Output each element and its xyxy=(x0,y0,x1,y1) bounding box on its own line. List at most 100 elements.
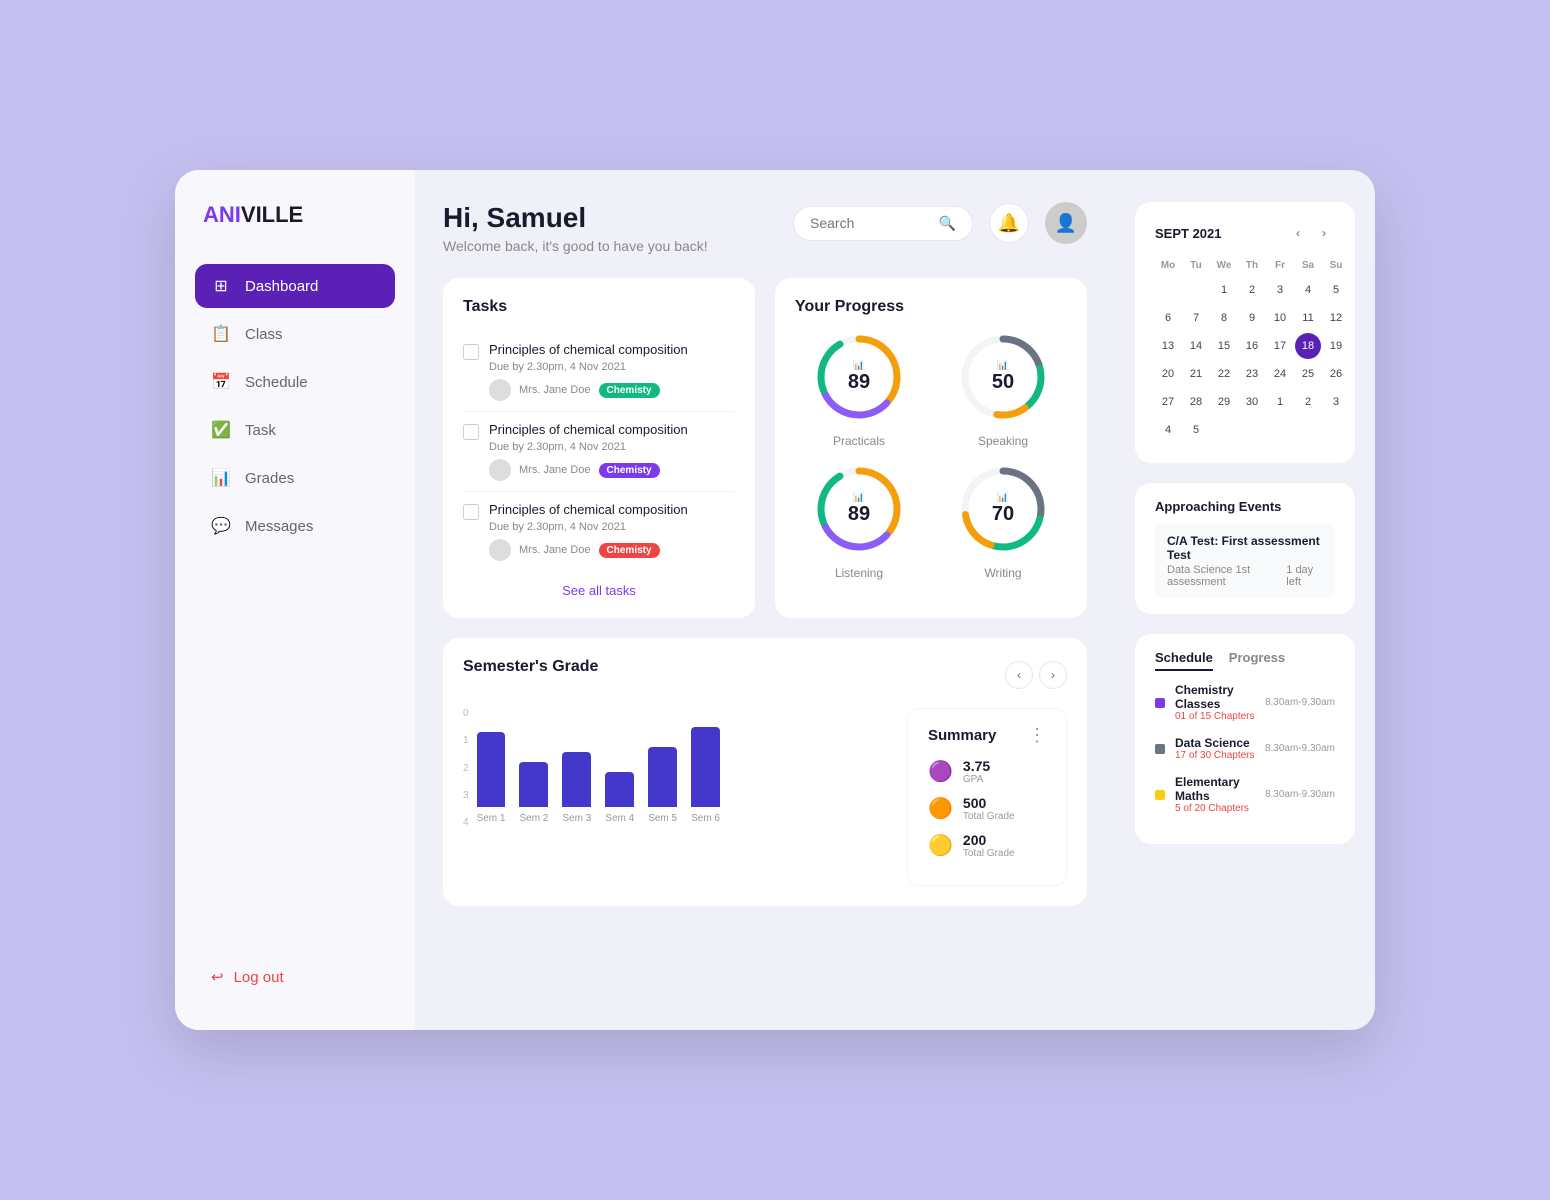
calendar-day[interactable]: 23 xyxy=(1239,361,1265,387)
y-label: 3 xyxy=(463,790,469,801)
task-name-0: Principles of chemical composition xyxy=(489,342,735,357)
summary-menu-button[interactable]: ⋮ xyxy=(1028,725,1046,746)
tasks-card: Tasks Principles of chemical composition… xyxy=(443,278,755,618)
event-time-left: 1 day left xyxy=(1286,564,1323,588)
summary-item-2: 🟡 200 Total Grade xyxy=(928,832,1046,859)
page-header: Hi, Samuel Welcome back, it's good to ha… xyxy=(443,202,1087,254)
schedule-item-0: Chemistry Classes 01 of 15 Chapters 8.30… xyxy=(1155,683,1335,722)
calendar-day[interactable]: 18 xyxy=(1295,333,1321,359)
calendar-day[interactable]: 8 xyxy=(1211,305,1237,331)
circle-1: 📊 50 xyxy=(958,332,1048,422)
calendar-day[interactable]: 19 xyxy=(1323,333,1349,359)
user-avatar[interactable]: 👤 xyxy=(1045,202,1087,244)
summary-value-2: 200 xyxy=(963,832,1015,848)
calendar-day[interactable]: 15 xyxy=(1211,333,1237,359)
cal-day-header: We xyxy=(1211,256,1237,275)
calendar-day[interactable]: 28 xyxy=(1183,389,1209,415)
summary-sublabel-2: Total Grade xyxy=(963,848,1015,859)
calendar-day[interactable]: 10 xyxy=(1267,305,1293,331)
schedule-chapters-1: 17 of 30 Chapters xyxy=(1175,750,1255,761)
calendar-day[interactable]: 25 xyxy=(1295,361,1321,387)
sidebar-item-grades[interactable]: 📊 Grades xyxy=(195,456,395,500)
events-card: Approaching Events C/A Test: First asses… xyxy=(1135,483,1355,614)
calendar-next-button[interactable]: › xyxy=(1313,222,1335,244)
notification-button[interactable]: 🔔 xyxy=(989,203,1029,243)
greeting-block: Hi, Samuel Welcome back, it's good to ha… xyxy=(443,202,708,254)
task-checkbox-0[interactable] xyxy=(463,344,479,360)
calendar-grid: MoTuWeThFrSaSu12345678910111213141516171… xyxy=(1155,256,1335,443)
calendar-day[interactable]: 1 xyxy=(1267,389,1293,415)
calendar-day[interactable]: 5 xyxy=(1183,417,1209,443)
semester-next-button[interactable]: › xyxy=(1039,661,1067,689)
semester-card: Semester's Grade ‹ › 43210 Sem 1 Sem 2 S… xyxy=(443,638,1087,906)
bars-wrapper: Sem 1 Sem 2 Sem 3 Sem 4 Sem 5 Sem 6 xyxy=(477,708,720,828)
calendar-day[interactable]: 26 xyxy=(1323,361,1349,387)
calendar-day[interactable]: 7 xyxy=(1183,305,1209,331)
bar-4 xyxy=(648,747,677,807)
semester-header: Semester's Grade ‹ › xyxy=(463,658,1067,692)
task-content-1: Principles of chemical composition Due b… xyxy=(489,422,735,481)
calendar-day[interactable]: 3 xyxy=(1267,277,1293,303)
sidebar-item-class[interactable]: 📋 Class xyxy=(195,312,395,356)
sidebar-item-schedule[interactable]: 📅 Schedule xyxy=(195,360,395,404)
sidebar-item-task[interactable]: ✅ Task xyxy=(195,408,395,452)
y-label: 0 xyxy=(463,708,469,719)
calendar-prev-button[interactable]: ‹ xyxy=(1287,222,1309,244)
task-due-0: Due by 2.30pm, 4 Nov 2021 xyxy=(489,361,735,373)
calendar-day[interactable]: 3 xyxy=(1323,389,1349,415)
calendar-day[interactable]: 1 xyxy=(1211,277,1237,303)
semester-prev-button[interactable]: ‹ xyxy=(1005,661,1033,689)
calendar-day[interactable]: 12 xyxy=(1323,305,1349,331)
event-sub: Data Science 1st assessment 1 day left xyxy=(1167,564,1323,588)
summary-item-0: 🟣 3.75 GPA xyxy=(928,758,1046,785)
sidebar-item-messages[interactable]: 💬 Messages xyxy=(195,504,395,548)
calendar-day[interactable]: 20 xyxy=(1155,361,1181,387)
progress-item-practicals: 📊 89 Practicals xyxy=(795,332,923,448)
task-content-2: Principles of chemical composition Due b… xyxy=(489,502,735,561)
calendar-day[interactable]: 11 xyxy=(1295,305,1321,331)
cal-day-header: Sa xyxy=(1295,256,1321,275)
schedule-info-2: Elementary Maths 5 of 20 Chapters xyxy=(1175,775,1255,814)
logout-button[interactable]: ↩ Log out xyxy=(195,956,395,998)
tab-schedule[interactable]: Schedule xyxy=(1155,650,1213,671)
sidebar-item-dashboard[interactable]: ⊞ Dashboard xyxy=(195,264,395,308)
bar-0 xyxy=(477,732,506,807)
calendar-day[interactable]: 5 xyxy=(1323,277,1349,303)
cal-day-header: Mo xyxy=(1155,256,1181,275)
calendar-day[interactable]: 24 xyxy=(1267,361,1293,387)
see-all-tasks-button[interactable]: See all tasks xyxy=(463,583,735,598)
calendar-day[interactable]: 22 xyxy=(1211,361,1237,387)
search-input[interactable] xyxy=(810,215,931,231)
calendar-day[interactable]: 30 xyxy=(1239,389,1265,415)
calendar-day[interactable]: 13 xyxy=(1155,333,1181,359)
task-teacher-2: Mrs. Jane Doe xyxy=(519,544,591,556)
task-avatar-2 xyxy=(489,539,511,561)
calendar-day[interactable]: 17 xyxy=(1267,333,1293,359)
task-due-1: Due by 2.30pm, 4 Nov 2021 xyxy=(489,441,735,453)
greeting-subtitle: Welcome back, it's good to have you back… xyxy=(443,238,708,254)
calendar-day[interactable]: 2 xyxy=(1295,389,1321,415)
task-footer-1: Mrs. Jane Doe Chemisty xyxy=(489,459,735,481)
schedule-info-0: Chemistry Classes 01 of 15 Chapters xyxy=(1175,683,1255,722)
summary-value-0: 3.75 xyxy=(963,758,990,774)
calendar-day[interactable]: 27 xyxy=(1155,389,1181,415)
schedule-dot-2 xyxy=(1155,790,1165,800)
task-checkbox-1[interactable] xyxy=(463,424,479,440)
calendar-day[interactable]: 21 xyxy=(1183,361,1209,387)
bar-col-2: Sem 3 xyxy=(562,752,591,824)
calendar-day[interactable]: 2 xyxy=(1239,277,1265,303)
calendar-day[interactable]: 29 xyxy=(1211,389,1237,415)
search-box[interactable]: 🔍 xyxy=(793,206,973,241)
calendar-day[interactable]: 6 xyxy=(1155,305,1181,331)
tab-progress[interactable]: Progress xyxy=(1229,650,1285,671)
circle-0: 📊 89 xyxy=(814,332,904,422)
calendar-day[interactable]: 16 xyxy=(1239,333,1265,359)
task-nav-icon: ✅ xyxy=(211,420,231,440)
sidebar-label-schedule: Schedule xyxy=(245,374,308,391)
task-checkbox-2[interactable] xyxy=(463,504,479,520)
calendar-day[interactable]: 9 xyxy=(1239,305,1265,331)
calendar-day[interactable]: 4 xyxy=(1295,277,1321,303)
summary-emoji-1: 🟠 xyxy=(928,796,953,821)
calendar-day[interactable]: 14 xyxy=(1183,333,1209,359)
calendar-day[interactable]: 4 xyxy=(1155,417,1181,443)
